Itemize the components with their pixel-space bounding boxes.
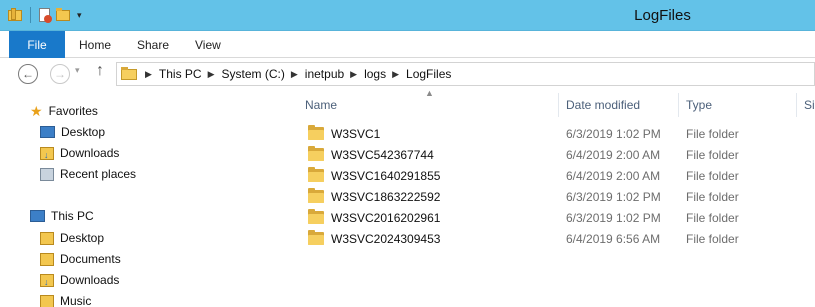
tab-view[interactable]: View <box>195 38 221 52</box>
column-header-name[interactable]: Name <box>305 93 558 117</box>
file-name-cell: W3SVC2016202961 <box>308 209 441 225</box>
file-name: W3SVC542367744 <box>331 147 434 162</box>
desktop-icon <box>40 126 55 138</box>
music-icon <box>40 294 54 307</box>
file-date: 6/4/2019 6:56 AM <box>566 231 661 246</box>
downloads-icon: ↓ <box>40 146 54 160</box>
file-type: File folder <box>686 126 739 141</box>
computer-icon <box>30 210 45 222</box>
nav-item-label: Downloads <box>60 273 120 287</box>
file-name: W3SVC2016202961 <box>331 210 441 225</box>
nav-favorites-desktop[interactable]: Desktop <box>40 125 105 139</box>
table-row[interactable]: W3SVC1640291855 6/4/2019 2:00 AM File fo… <box>298 165 815 186</box>
address-bar[interactable]: ▶ This PC ▶ System (C:) ▶ inetpub ▶ logs… <box>116 62 815 86</box>
folder-icon <box>308 167 324 182</box>
breadcrumb-chevron-icon[interactable]: ▶ <box>208 69 215 80</box>
navigation-bar: ← → ▾ ↑ ▶ This PC ▶ System (C:) ▶ inetpu… <box>0 58 815 89</box>
file-name: W3SVC2024309453 <box>331 231 441 246</box>
breadcrumb-chevron-icon[interactable]: ▶ <box>392 69 399 80</box>
ribbon-tabs: File Home Share View <box>0 31 815 58</box>
breadcrumb-logfiles[interactable]: LogFiles <box>406 67 451 81</box>
file-name: W3SVC1 <box>331 126 381 141</box>
window-title: LogFiles <box>634 7 691 24</box>
tab-share[interactable]: Share <box>137 38 169 52</box>
nav-thispc-documents[interactable]: Documents <box>40 252 121 266</box>
file-type: File folder <box>686 231 739 246</box>
column-divider[interactable] <box>796 93 797 117</box>
file-name-cell: W3SVC1640291855 <box>308 167 441 183</box>
folder-icon <box>308 188 324 203</box>
nav-favorites-recent-places[interactable]: Recent places <box>40 167 136 181</box>
nav-item-label: Documents <box>60 252 121 266</box>
file-name: W3SVC1863222592 <box>331 189 441 204</box>
nav-item-label: Downloads <box>60 146 120 160</box>
column-divider[interactable] <box>678 93 679 117</box>
file-type: File folder <box>686 210 739 225</box>
breadcrumb-system-c[interactable]: System (C:) <box>222 67 285 81</box>
table-row[interactable]: W3SVC2016202961 6/3/2019 1:02 PM File fo… <box>298 207 815 228</box>
tab-home[interactable]: Home <box>79 38 111 52</box>
file-date: 6/4/2019 2:00 AM <box>566 147 661 162</box>
nav-this-pc[interactable]: This PC <box>30 209 94 223</box>
recent-places-icon <box>40 167 54 181</box>
breadcrumb-this-pc[interactable]: This PC <box>159 67 202 81</box>
file-date: 6/3/2019 1:02 PM <box>566 189 661 204</box>
nav-favorites-label: Favorites <box>48 104 98 118</box>
file-name-cell: W3SVC542367744 <box>308 146 434 162</box>
file-date: 6/4/2019 2:00 AM <box>566 168 661 183</box>
nav-this-pc-label: This PC <box>51 209 94 223</box>
title-bar: ▾ LogFiles <box>0 0 815 31</box>
breadcrumb-inetpub[interactable]: inetpub <box>305 67 344 81</box>
file-name-cell: W3SVC1863222592 <box>308 188 441 204</box>
nav-thispc-desktop[interactable]: Desktop <box>40 231 104 245</box>
file-name: W3SVC1640291855 <box>331 168 441 183</box>
breadcrumb-logs[interactable]: logs <box>364 67 386 81</box>
file-type: File folder <box>686 189 739 204</box>
column-header-size[interactable]: Si <box>804 93 815 117</box>
nav-item-label: Desktop <box>60 231 105 245</box>
folder-icon <box>308 209 324 224</box>
file-date: 6/3/2019 1:02 PM <box>566 210 661 225</box>
folder-icon <box>121 67 137 81</box>
folder-icon <box>308 146 324 161</box>
downloads-icon: ↓ <box>40 273 54 287</box>
nav-favorites[interactable]: ★ Favorites <box>30 104 98 118</box>
navigation-pane: ★ Favorites Desktop ↓ Downloads Recent p… <box>0 89 285 307</box>
table-row[interactable]: W3SVC1 6/3/2019 1:02 PM File folder <box>298 123 815 144</box>
table-row[interactable]: W3SVC2024309453 6/4/2019 6:56 AM File fo… <box>298 228 815 249</box>
column-divider[interactable] <box>558 93 559 117</box>
breadcrumb-chevron-icon[interactable]: ▶ <box>350 69 357 80</box>
file-date: 6/3/2019 1:02 PM <box>566 126 661 141</box>
nav-thispc-music[interactable]: Music <box>40 294 91 307</box>
file-type: File folder <box>686 168 739 183</box>
file-type: File folder <box>686 147 739 162</box>
nav-thispc-downloads[interactable]: ↓ Downloads <box>40 273 119 287</box>
file-name-cell: W3SVC1 <box>308 125 381 141</box>
nav-item-label: Music <box>60 294 92 307</box>
forward-arrow-icon[interactable]: → <box>50 64 70 84</box>
folder-icon <box>308 230 324 245</box>
tab-file[interactable]: File <box>9 31 65 58</box>
nav-item-label: Desktop <box>61 125 106 139</box>
nav-favorites-downloads[interactable]: ↓ Downloads <box>40 146 119 160</box>
column-header-type[interactable]: Type <box>686 93 796 117</box>
nav-item-label: Recent places <box>60 167 137 181</box>
recent-locations-icon[interactable]: ▾ <box>75 65 80 76</box>
star-icon: ★ <box>30 103 43 119</box>
file-name-cell: W3SVC2024309453 <box>308 230 441 246</box>
desktop-folder-icon <box>40 231 54 245</box>
table-row[interactable]: W3SVC542367744 6/4/2019 2:00 AM File fol… <box>298 144 815 165</box>
back-arrow-icon[interactable]: ← <box>18 64 38 84</box>
documents-icon <box>40 252 54 266</box>
breadcrumb-chevron-icon[interactable]: ▶ <box>291 69 298 80</box>
folder-icon <box>308 125 324 140</box>
column-header-date[interactable]: Date modified <box>566 93 678 117</box>
table-row[interactable]: W3SVC1863222592 6/3/2019 1:02 PM File fo… <box>298 186 815 207</box>
breadcrumb-chevron-icon[interactable]: ▶ <box>145 69 152 80</box>
up-arrow-icon[interactable]: ↑ <box>96 62 104 80</box>
